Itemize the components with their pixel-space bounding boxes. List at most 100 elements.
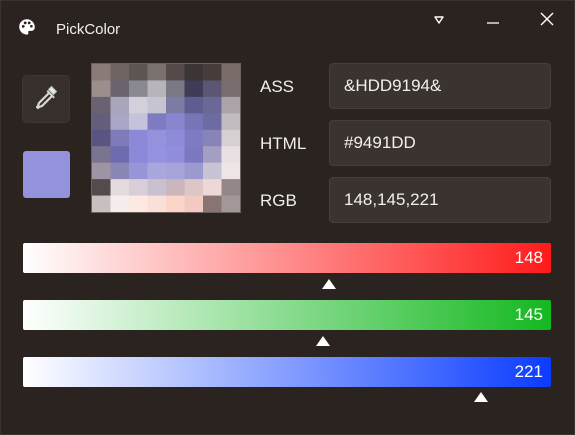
magnifier-pixel — [166, 179, 185, 197]
magnifier-pixel — [92, 195, 111, 212]
green-slider-track[interactable]: 145 — [23, 300, 551, 330]
magnifier-pixel — [184, 96, 204, 114]
magnifier-pixel — [92, 129, 111, 147]
magnifier-pixel — [147, 146, 167, 164]
eyedropper-button[interactable] — [22, 75, 70, 123]
magnifier-pixel — [203, 113, 222, 131]
magnifier-pixel — [92, 179, 111, 197]
magnifier-pixel — [129, 162, 148, 180]
magnifier-pixel — [147, 113, 167, 131]
magnifier-pixel — [110, 129, 130, 147]
magnifier-pixel — [92, 64, 111, 81]
magnifier-pixel — [166, 96, 185, 114]
rgb-label: RGB — [260, 191, 297, 210]
magnifier-pixel — [221, 80, 240, 98]
pickcolor-window: PickColor ASS &HDD9194& HTML #9491DD RGB… — [0, 0, 575, 435]
magnifier-pixel — [147, 129, 167, 147]
magnifier-pixel — [110, 113, 130, 131]
magnifier-pixel — [203, 179, 222, 197]
magnifier-pixel — [221, 64, 240, 81]
close-icon — [539, 11, 555, 32]
magnifier-pixel — [110, 195, 130, 212]
magnifier-pixel — [92, 113, 111, 131]
magnifier-pixel — [221, 195, 240, 212]
magnifier-pixel — [129, 146, 148, 164]
minimize-icon — [486, 12, 500, 30]
blue-slider-track[interactable]: 221 — [23, 357, 551, 387]
magnifier-pixel — [221, 146, 240, 164]
magnifier-pixel — [221, 113, 240, 131]
magnifier-pixel — [184, 179, 204, 197]
ass-value-field[interactable]: &HDD9194& — [329, 63, 551, 109]
dropdown-button[interactable] — [419, 7, 459, 35]
magnifier-pixel — [110, 179, 130, 197]
magnifier-pixel — [147, 195, 167, 212]
magnifier-pixel — [147, 80, 167, 98]
magnifier-pixel — [147, 179, 167, 197]
triangle-down-icon — [433, 12, 445, 30]
html-value-field[interactable]: #9491DD — [329, 120, 551, 166]
magnifier-pixel — [203, 146, 222, 164]
magnifier-pixel — [92, 96, 111, 114]
blue-value: 221 — [514, 362, 543, 381]
magnifier-pixel — [110, 64, 130, 81]
magnifier-pixel — [221, 162, 240, 180]
magnifier-pixel — [110, 162, 130, 180]
magnifier-pixel — [166, 195, 185, 212]
magnifier-pixel — [184, 162, 204, 180]
magnifier-pixel — [129, 179, 148, 197]
rgb-value-field[interactable]: 148,145,221 — [329, 177, 551, 223]
magnifier-pixel — [221, 96, 240, 114]
magnifier-pixel — [166, 113, 185, 131]
magnifier-pixel — [129, 64, 148, 81]
magnifier-pixel — [184, 129, 204, 147]
magnifier-pixel — [92, 146, 111, 164]
magnifier-pixel — [221, 179, 240, 197]
red-value: 148 — [514, 248, 543, 267]
magnifier-pixel — [166, 64, 185, 81]
magnifier-pixel — [203, 80, 222, 98]
html-label: HTML — [260, 134, 307, 153]
magnifier-pixel — [203, 64, 222, 81]
window-title: PickColor — [56, 21, 121, 38]
magnifier-pixel — [203, 162, 222, 180]
green-slider-thumb[interactable] — [316, 336, 331, 346]
close-button[interactable] — [527, 7, 567, 35]
magnifier-pixel — [221, 129, 240, 147]
magnifier-pixel — [92, 162, 111, 180]
magnifier-pixel — [166, 146, 185, 164]
magnifier-pixel — [184, 195, 204, 212]
palette-icon — [18, 18, 36, 36]
magnifier-pixel — [110, 96, 130, 114]
magnifier-pixels — [92, 64, 240, 212]
magnifier-pixel — [203, 129, 222, 147]
eyedropper-icon — [31, 82, 61, 117]
red-slider-thumb[interactable] — [322, 279, 337, 289]
magnifier-pixel — [110, 146, 130, 164]
magnifier-pixel — [184, 113, 204, 131]
magnifier-pixel — [129, 80, 148, 98]
red-slider-track[interactable]: 148 — [23, 243, 551, 273]
magnifier-pixel — [166, 162, 185, 180]
magnifier-pixel — [147, 64, 167, 81]
magnifier-pixel — [184, 146, 204, 164]
zoom-magnifier — [91, 63, 241, 213]
green-value: 145 — [514, 305, 543, 324]
magnifier-pixel — [92, 80, 111, 98]
magnifier-pixel — [203, 195, 222, 212]
magnifier-pixel — [184, 64, 204, 81]
magnifier-pixel — [110, 80, 130, 98]
ass-label: ASS — [260, 77, 295, 96]
magnifier-pixel — [129, 195, 148, 212]
minimize-button[interactable] — [473, 7, 513, 35]
title-bar[interactable]: PickColor — [1, 1, 574, 57]
magnifier-pixel — [147, 96, 167, 114]
magnifier-pixel — [203, 96, 222, 114]
magnifier-pixel — [166, 129, 185, 147]
magnifier-pixel — [129, 96, 148, 114]
magnifier-pixel — [184, 80, 204, 98]
magnifier-pixel — [166, 80, 185, 98]
magnifier-pixel — [129, 113, 148, 131]
blue-slider-thumb[interactable] — [473, 392, 488, 402]
magnifier-pixel — [129, 129, 148, 147]
